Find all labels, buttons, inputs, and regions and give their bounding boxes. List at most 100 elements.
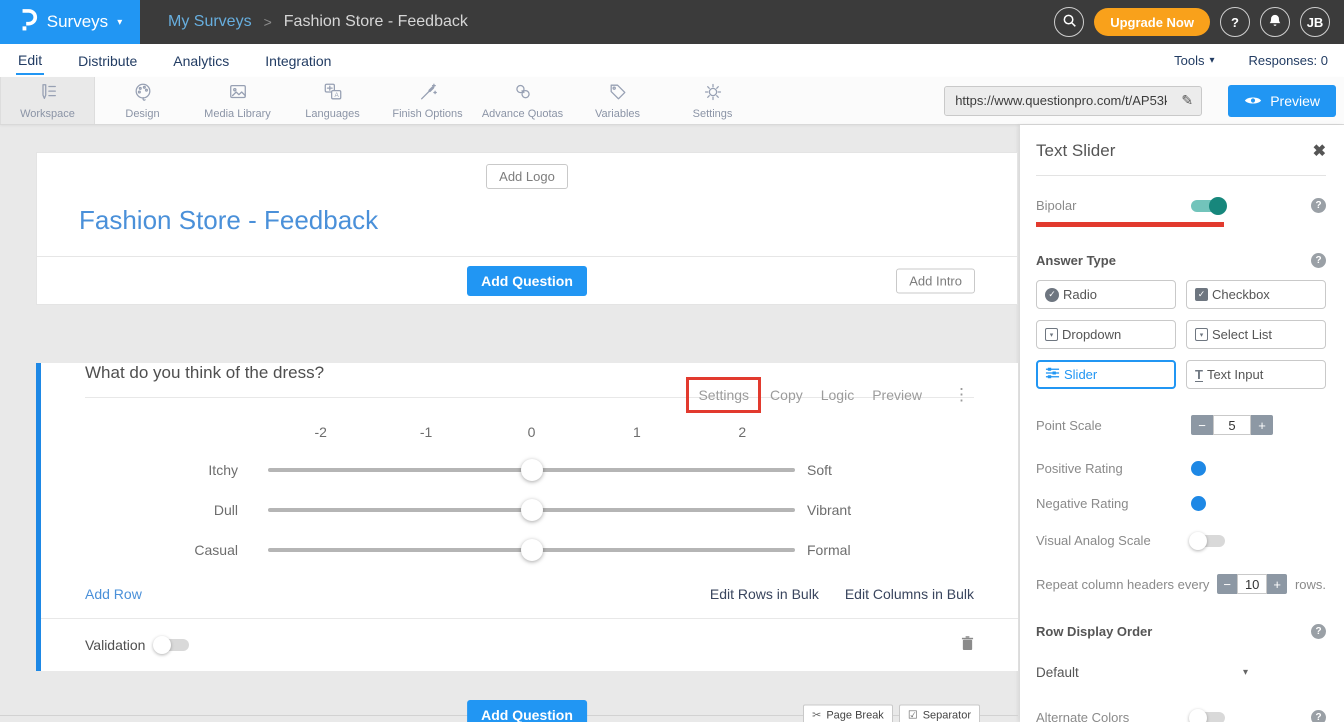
notifications-button[interactable] (1260, 7, 1290, 37)
toolbar-item-design[interactable]: Design (95, 77, 190, 124)
tab-distribute[interactable]: Distribute (76, 47, 139, 74)
alternate-colors-row: Alternate Colors ? (1036, 710, 1326, 722)
add-intro-button[interactable]: Add Intro (896, 268, 975, 293)
slider-thumb[interactable] (521, 539, 543, 561)
help-icon[interactable]: ? (1311, 253, 1326, 268)
point-scale-stepper: − 5 + (1191, 415, 1273, 435)
add-question-button-bottom[interactable]: Add Question (467, 700, 587, 722)
help-icon[interactable]: ? (1311, 710, 1326, 722)
slider-track[interactable] (268, 468, 795, 472)
answer-type-grid: ✓ Radio ✓ Checkbox ▾ Dropdown ▾ Select L… (1036, 280, 1326, 389)
toolbar-item-workspace[interactable]: Workspace (0, 77, 95, 124)
toolbar-item-media-library[interactable]: Media Library (190, 77, 285, 124)
help-icon[interactable]: ? (1311, 198, 1326, 213)
scissors-icon: ✂ (812, 709, 821, 722)
breadcrumb-my-surveys[interactable]: My Surveys (168, 13, 252, 31)
question-card: Settings Copy Logic Preview ⋮ What do yo… (36, 363, 1018, 671)
answer-type-radio[interactable]: ✓ Radio (1036, 280, 1176, 309)
row-display-order-select[interactable]: Default ▾ (1036, 665, 1248, 680)
point-scale-value[interactable]: 5 (1213, 415, 1251, 435)
tab-integration[interactable]: Integration (263, 47, 333, 74)
validation-toggle[interactable] (155, 639, 189, 651)
kebab-menu-icon[interactable]: ⋮ (953, 385, 970, 405)
answer-type-text-input[interactable]: T Text Input (1186, 360, 1326, 389)
chevron-down-icon: ▾ (1243, 667, 1248, 678)
help-button[interactable]: ? (1220, 7, 1250, 37)
survey-title[interactable]: Fashion Store - Feedback (79, 205, 1017, 236)
positive-rating-color-swatch[interactable] (1191, 461, 1206, 476)
question-links-row: Add Row Edit Rows in Bulk Edit Columns i… (41, 586, 1018, 602)
help-icon[interactable]: ? (1311, 624, 1326, 639)
search-button[interactable] (1054, 7, 1084, 37)
tab-analytics[interactable]: Analytics (171, 47, 231, 74)
chain-link-icon (513, 82, 533, 105)
eye-icon (1244, 93, 1262, 109)
app-window: Surveys ▾ My Surveys > Fashion Store - F… (0, 0, 1344, 722)
toolbar-item-finish-options[interactable]: Finish Options (380, 77, 475, 124)
slider-track[interactable] (268, 548, 795, 552)
answer-type-label: Text Input (1207, 367, 1263, 382)
select-list-icon: ▾ (1195, 328, 1208, 341)
plus-button[interactable]: + (1251, 415, 1273, 435)
footer-row: Add Question ✂ Page Break ☑ Separator (36, 699, 1018, 722)
edit-url-icon[interactable]: ✎ (1173, 92, 1201, 109)
trash-icon[interactable] (961, 635, 974, 656)
bell-icon (1268, 13, 1282, 31)
toolbar-item-label: Media Library (204, 108, 271, 120)
tab-edit[interactable]: Edit (16, 46, 44, 75)
toolbar-item-settings[interactable]: Settings (665, 77, 760, 124)
repeat-headers-value[interactable]: 10 (1237, 574, 1267, 594)
slider-row: Casual Formal (41, 530, 1018, 570)
add-row-link[interactable]: Add Row (85, 586, 142, 602)
answer-type-select-list[interactable]: ▾ Select List (1186, 320, 1326, 349)
product-switcher[interactable]: Surveys ▾ (0, 0, 140, 44)
negative-rating-color-swatch[interactable] (1191, 496, 1206, 511)
visual-analog-toggle[interactable] (1191, 535, 1225, 547)
question-action-preview[interactable]: Preview (863, 380, 931, 410)
question-action-copy[interactable]: Copy (761, 380, 812, 410)
add-logo-button[interactable]: Add Logo (486, 164, 568, 189)
answer-type-checkbox[interactable]: ✓ Checkbox (1186, 280, 1326, 309)
edit-rows-in-bulk-link[interactable]: Edit Rows in Bulk (710, 586, 819, 602)
edit-columns-in-bulk-link[interactable]: Edit Columns in Bulk (845, 586, 974, 602)
toolbar-item-variables[interactable]: Variables (570, 77, 665, 124)
question-action-logic[interactable]: Logic (812, 380, 863, 410)
upgrade-now-button[interactable]: Upgrade Now (1094, 8, 1210, 36)
translate-icon: A (323, 82, 343, 105)
tools-menu[interactable]: Tools ▾ (1174, 53, 1214, 68)
preview-button[interactable]: Preview (1228, 85, 1336, 117)
point-scale-row: Point Scale − 5 + (1036, 415, 1326, 435)
minus-button[interactable]: − (1217, 574, 1237, 594)
toolbar-item-advance-quotas[interactable]: Advance Quotas (475, 77, 570, 124)
toolbar-right: ✎ Preview (944, 77, 1344, 124)
add-question-button-top[interactable]: Add Question (467, 266, 587, 296)
checkbox-icon: ✓ (1195, 288, 1208, 301)
answer-type-slider[interactable]: Slider (1036, 360, 1176, 389)
separator-button[interactable]: ☑ Separator (899, 705, 980, 722)
alternate-colors-toggle[interactable] (1191, 712, 1225, 722)
bipolar-toggle[interactable] (1191, 200, 1225, 212)
slider-thumb[interactable] (521, 499, 543, 521)
slider-track[interactable] (268, 508, 795, 512)
survey-url-input[interactable] (945, 87, 1173, 115)
question-action-settings[interactable]: Settings (686, 377, 761, 413)
page-break-label: Page Break (826, 709, 883, 721)
plus-button[interactable]: + (1267, 574, 1287, 594)
avatar[interactable]: JB (1300, 7, 1330, 37)
intro-row: Add Question Add Intro (37, 256, 1017, 304)
answer-type-dropdown[interactable]: ▾ Dropdown (1036, 320, 1176, 349)
toolbar-item-languages[interactable]: A Languages (285, 77, 380, 124)
close-icon[interactable]: ✖ (1313, 141, 1326, 161)
slider-thumb[interactable] (521, 459, 543, 481)
bipolar-label: Bipolar (1036, 198, 1191, 213)
question-settings-panel: Text Slider ✖ Bipolar ? Answer Type ? ✓ … (1020, 125, 1344, 722)
toolbar-item-label: Finish Options (392, 108, 462, 120)
gear-icon (703, 82, 723, 105)
question-actions: Settings Copy Logic Preview ⋮ (686, 377, 970, 413)
positive-rating-row: Positive Rating (1036, 461, 1326, 476)
page-break-button[interactable]: ✂ Page Break (803, 705, 893, 722)
workspace-icon (38, 82, 58, 105)
minus-button[interactable]: − (1191, 415, 1213, 435)
svg-text:A: A (334, 92, 339, 99)
toolbar-item-label: Advance Quotas (482, 108, 563, 120)
